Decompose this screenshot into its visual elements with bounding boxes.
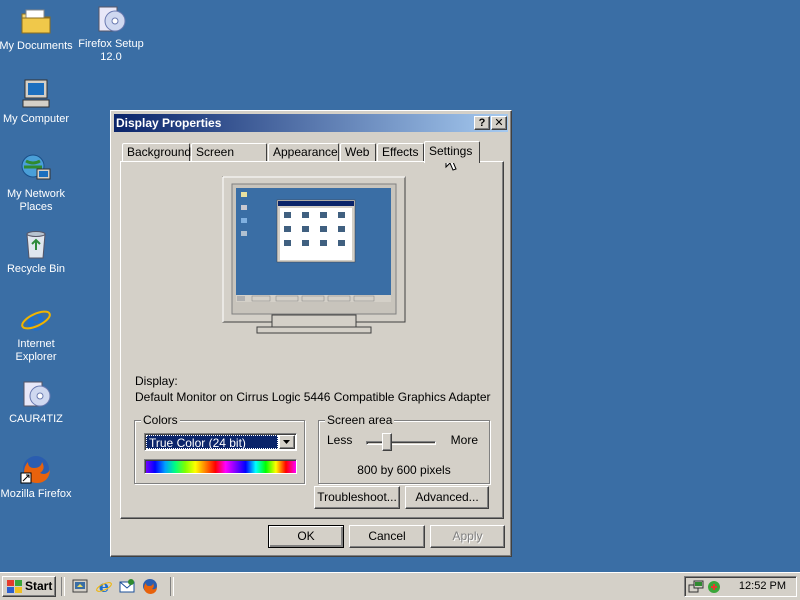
tab-appearance[interactable]: Appearance: [268, 143, 339, 161]
start-label: Start: [25, 579, 53, 593]
tab-effects[interactable]: Effects: [377, 143, 424, 161]
tab-screen-saver[interactable]: Screen Saver: [191, 143, 267, 176]
colors-group-title: Colors: [141, 413, 180, 427]
show-desktop-icon[interactable]: [72, 578, 88, 594]
outlook-express-icon[interactable]: [119, 578, 135, 594]
internet-explorer-icon[interactable]: e: [96, 578, 112, 594]
colors-dropdown[interactable]: True Color (24 bit): [144, 433, 297, 451]
less-label: Less: [327, 433, 353, 447]
tab-web[interactable]: Web: [340, 143, 376, 161]
recycle-bin-icon: [20, 228, 52, 260]
colors-group: Colors True Color (24 bit): [134, 413, 305, 484]
color-spectrum-bar: [144, 459, 297, 474]
taskbar: Start e 12:52 PM: [0, 572, 800, 600]
tab-settings[interactable]: Settings: [424, 141, 480, 163]
start-button[interactable]: Start: [2, 576, 56, 597]
desktop-icon-my-computer[interactable]: My Computer: [0, 78, 74, 126]
monitor-preview: [222, 176, 406, 336]
resolution-slider-thumb[interactable]: [382, 433, 392, 451]
dropdown-arrow-button[interactable]: [279, 435, 295, 449]
taskbar-separator-2: [170, 577, 174, 596]
taskbar-separator: [61, 577, 65, 596]
screen-area-group: Screen area Less More 800 by 600 pixels: [318, 413, 490, 484]
screen-area-group-title: Screen area: [325, 413, 395, 427]
firefox-icon: [20, 453, 52, 485]
dialog-titlebar[interactable]: Display Properties ? ✕: [114, 114, 508, 132]
network-places-icon: [20, 153, 52, 185]
desktop-icon-firefox-setup[interactable]: Firefox Setup 12.0: [73, 3, 149, 64]
display-properties-dialog: Display Properties ? ✕ Background Screen…: [110, 110, 512, 557]
troubleshoot-button[interactable]: Troubleshoot...: [314, 486, 400, 509]
chevron-down-icon: [283, 440, 290, 444]
clock[interactable]: 12:52 PM: [739, 580, 786, 592]
setup-installer-icon: [95, 3, 127, 35]
display-adapter-text: Default Monitor on Cirrus Logic 5446 Com…: [135, 390, 491, 404]
desktop-icon-internet-explorer[interactable]: e Internet Explorer: [0, 303, 74, 364]
resolution-slider-track: [366, 441, 436, 445]
settings-panel: Display: Default Monitor on Cirrus Logic…: [120, 161, 504, 519]
volume-tray-icon[interactable]: [706, 579, 722, 595]
ok-button[interactable]: OK: [268, 525, 344, 548]
network-tray-icon[interactable]: [688, 579, 704, 595]
quick-launch: e: [70, 578, 165, 596]
close-button[interactable]: ✕: [491, 116, 507, 130]
desktop-icon-mozilla-firefox[interactable]: Mozilla Firefox: [0, 453, 74, 501]
desktop-icon-network-places[interactable]: My Network Places: [0, 153, 74, 214]
resolution-text: 800 by 600 pixels: [357, 463, 451, 477]
desktop-icon-caur4tiz[interactable]: CAUR4TIZ: [0, 378, 74, 426]
display-label: Display:: [135, 374, 178, 388]
internet-explorer-icon: e: [20, 303, 52, 338]
colors-selected-value: True Color (24 bit): [146, 435, 278, 450]
system-tray: 12:52 PM: [684, 576, 797, 597]
firefox-icon[interactable]: [142, 578, 158, 594]
desktop-icon-recycle-bin[interactable]: Recycle Bin: [0, 228, 74, 276]
tab-background[interactable]: Background: [122, 143, 191, 161]
setup-installer-icon: [20, 378, 52, 410]
apply-button[interactable]: Apply: [430, 525, 505, 548]
help-button[interactable]: ?: [474, 116, 490, 130]
folder-documents-icon: [20, 5, 52, 37]
windows-logo-icon: [7, 580, 22, 593]
advanced-button[interactable]: Advanced...: [405, 486, 489, 509]
svg-text:e: e: [26, 303, 45, 335]
dialog-title: Display Properties: [116, 116, 222, 130]
cancel-button[interactable]: Cancel: [349, 525, 425, 548]
computer-icon: [20, 78, 52, 110]
more-label: More: [450, 433, 478, 447]
desktop-icon-my-documents[interactable]: My Documents: [0, 5, 74, 53]
